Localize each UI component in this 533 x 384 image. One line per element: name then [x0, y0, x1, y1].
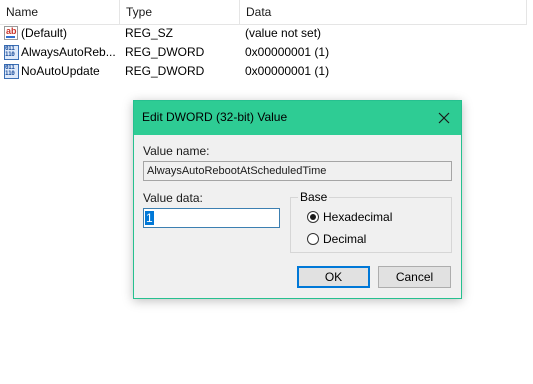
base-group: Base Hexadecimal Decimal — [290, 190, 452, 253]
radio-button[interactable] — [307, 211, 319, 223]
value-name-label: Value name: — [143, 144, 210, 158]
value-type: REG_DWORD — [125, 45, 205, 59]
value-data: (value not set) — [245, 26, 322, 40]
radio-label: Hexadecimal — [323, 210, 393, 224]
value-name: NoAutoUpdate — [21, 64, 100, 78]
column-header-type[interactable]: Type — [120, 0, 240, 24]
column-header-name[interactable]: Name — [0, 0, 120, 24]
registry-editor-view: Name Type Data ab (Default) REG_SZ (valu… — [0, 0, 533, 384]
radio-decimal[interactable]: Decimal — [307, 231, 366, 247]
value-name: AlwaysAutoReb... — [21, 45, 116, 59]
radio-button[interactable] — [307, 233, 319, 245]
radio-hexadecimal[interactable]: Hexadecimal — [307, 209, 392, 225]
cancel-button[interactable]: Cancel — [378, 266, 451, 288]
close-icon — [438, 112, 450, 124]
value-data-label: Value data: — [143, 191, 203, 205]
column-header-data[interactable]: Data — [240, 0, 527, 24]
value-name-field: AlwaysAutoRebootAtScheduledTime — [143, 161, 452, 181]
base-label: Base — [298, 190, 330, 204]
list-item[interactable]: 011 110 AlwaysAutoReb... REG_DWORD 0x0000… — [0, 43, 527, 62]
dialog-title: Edit DWORD (32-bit) Value — [142, 110, 288, 124]
list-item[interactable]: 011 110 NoAutoUpdate REG_DWORD 0x00000001… — [0, 62, 527, 81]
value-data: 0x00000001 (1) — [245, 45, 330, 59]
value-type: REG_SZ — [125, 26, 174, 40]
list-header: Name Type Data — [0, 0, 527, 25]
ok-button[interactable]: OK — [297, 266, 370, 288]
value-data-input[interactable]: 1 — [143, 208, 280, 228]
dialog-titlebar[interactable]: Edit DWORD (32-bit) Value — [134, 101, 461, 135]
close-button[interactable] — [427, 101, 461, 135]
list-item[interactable]: ab (Default) REG_SZ (value not set) — [0, 24, 527, 43]
edit-dword-dialog: Edit DWORD (32-bit) Value Value name: Al… — [133, 100, 462, 299]
value-data: 0x00000001 (1) — [245, 64, 330, 78]
value-name: (Default) — [21, 26, 68, 40]
value-type: REG_DWORD — [125, 64, 205, 78]
value-data-text: 1 — [145, 211, 154, 225]
binary-value-icon: 011 110 — [4, 45, 19, 60]
binary-value-icon: 011 110 — [4, 64, 19, 79]
radio-label: Decimal — [323, 232, 367, 246]
string-value-icon: ab — [4, 26, 19, 41]
